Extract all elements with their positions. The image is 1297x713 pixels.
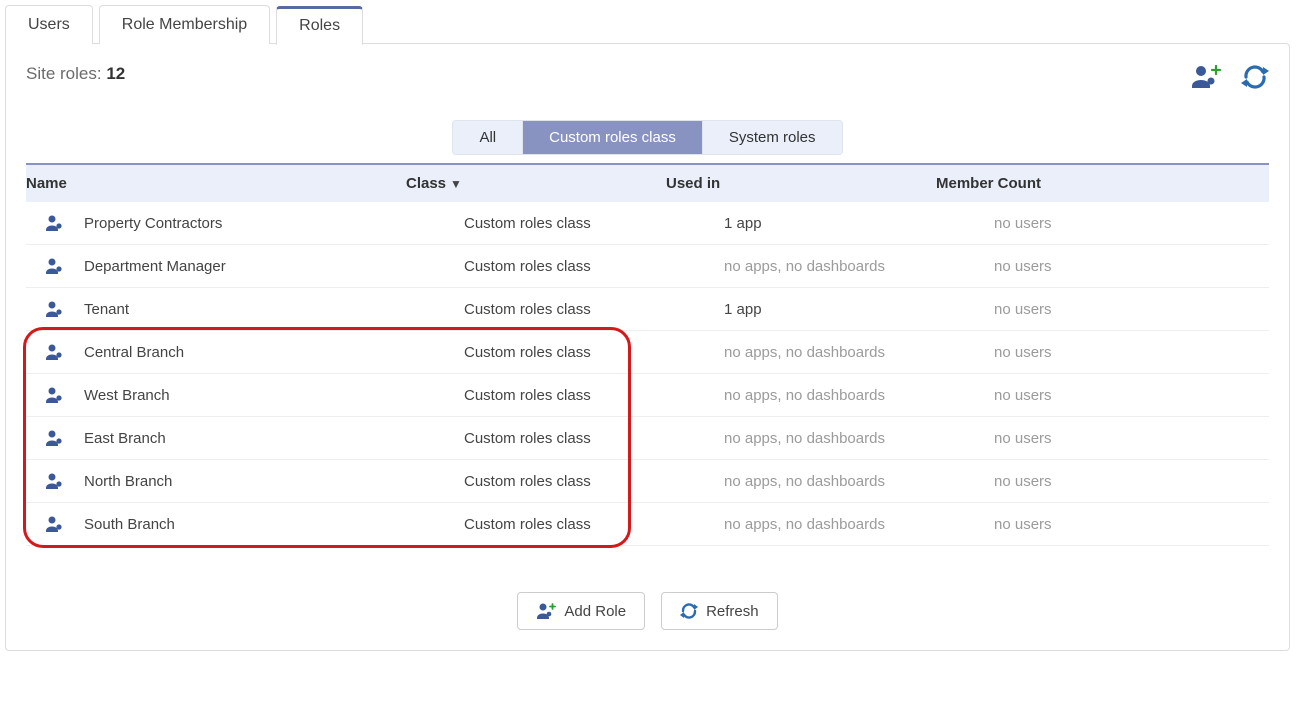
role-member-count: no users <box>994 430 1269 447</box>
roles-panel: Site roles: 12 <box>5 43 1290 651</box>
table-row[interactable]: East BranchCustom roles classno apps, no… <box>26 417 1269 460</box>
role-class: Custom roles class <box>464 215 724 232</box>
col-header-used[interactable]: Used in <box>666 175 936 192</box>
class-filter-group: AllCustom roles classSystem roles <box>452 120 842 155</box>
filter-all[interactable]: All <box>453 121 523 154</box>
refresh-button[interactable]: Refresh <box>661 592 778 630</box>
role-name: North Branch <box>84 473 464 490</box>
role-class: Custom roles class <box>464 387 724 404</box>
add-user-icon <box>536 602 556 620</box>
role-name: Central Branch <box>84 344 464 361</box>
site-roles-text: Site roles: <box>26 64 106 83</box>
site-roles-label: Site roles: 12 <box>26 64 125 84</box>
role-used-in: 1 app <box>724 215 994 232</box>
role-name: West Branch <box>84 387 464 404</box>
add-role-button[interactable]: Add Role <box>517 592 645 630</box>
role-icon <box>26 257 84 275</box>
table-row[interactable]: West BranchCustom roles classno apps, no… <box>26 374 1269 417</box>
role-name: East Branch <box>84 430 464 447</box>
role-class: Custom roles class <box>464 516 724 533</box>
table-row[interactable]: Central BranchCustom roles classno apps,… <box>26 331 1269 374</box>
tab-role-membership[interactable]: Role Membership <box>99 5 270 44</box>
role-used-in: no apps, no dashboards <box>724 258 994 275</box>
role-class: Custom roles class <box>464 258 724 275</box>
site-roles-count: 12 <box>106 64 125 83</box>
refresh-icon-button[interactable] <box>1241 64 1269 90</box>
sort-desc-icon: ▼ <box>450 177 462 191</box>
role-name: South Branch <box>84 516 464 533</box>
role-member-count: no users <box>994 215 1269 232</box>
table-row[interactable]: Department ManagerCustom roles classno a… <box>26 245 1269 288</box>
tab-bar: UsersRole MembershipRoles <box>5 5 1290 44</box>
role-icon <box>26 472 84 490</box>
role-class: Custom roles class <box>464 301 724 318</box>
filter-custom-roles-class[interactable]: Custom roles class <box>523 121 703 154</box>
role-icon <box>26 300 84 318</box>
table-row[interactable]: Property ContractorsCustom roles class1 … <box>26 202 1269 245</box>
role-icon <box>26 515 84 533</box>
role-member-count: no users <box>994 301 1269 318</box>
role-icon <box>26 214 84 232</box>
role-member-count: no users <box>994 344 1269 361</box>
filter-system-roles[interactable]: System roles <box>703 121 842 154</box>
refresh-icon <box>680 602 698 620</box>
col-header-name[interactable]: Name <box>0 175 406 192</box>
role-used-in: 1 app <box>724 301 994 318</box>
role-name: Tenant <box>84 301 464 318</box>
role-icon <box>26 386 84 404</box>
role-name: Property Contractors <box>84 215 464 232</box>
tab-roles[interactable]: Roles <box>276 6 363 45</box>
role-class: Custom roles class <box>464 344 724 361</box>
role-class: Custom roles class <box>464 430 724 447</box>
role-member-count: no users <box>994 473 1269 490</box>
role-used-in: no apps, no dashboards <box>724 430 994 447</box>
role-used-in: no apps, no dashboards <box>724 473 994 490</box>
tab-users[interactable]: Users <box>5 5 93 44</box>
col-header-count[interactable]: Member Count <box>936 175 1269 192</box>
role-icon <box>26 429 84 447</box>
role-used-in: no apps, no dashboards <box>724 516 994 533</box>
table-body: Property ContractorsCustom roles class1 … <box>26 202 1269 546</box>
role-icon <box>26 343 84 361</box>
role-used-in: no apps, no dashboards <box>724 387 994 404</box>
table-header: Name Class▼ Used in Member Count <box>26 163 1269 202</box>
role-member-count: no users <box>994 387 1269 404</box>
col-header-class[interactable]: Class▼ <box>406 175 666 192</box>
roles-table: Name Class▼ Used in Member Count Propert… <box>26 163 1269 546</box>
role-member-count: no users <box>994 516 1269 533</box>
role-name: Department Manager <box>84 258 464 275</box>
add-role-icon-button[interactable] <box>1191 64 1223 90</box>
role-member-count: no users <box>994 258 1269 275</box>
table-row[interactable]: North BranchCustom roles classno apps, n… <box>26 460 1269 503</box>
role-class: Custom roles class <box>464 473 724 490</box>
role-used-in: no apps, no dashboards <box>724 344 994 361</box>
table-row[interactable]: South BranchCustom roles classno apps, n… <box>26 503 1269 546</box>
table-row[interactable]: TenantCustom roles class1 appno users <box>26 288 1269 331</box>
